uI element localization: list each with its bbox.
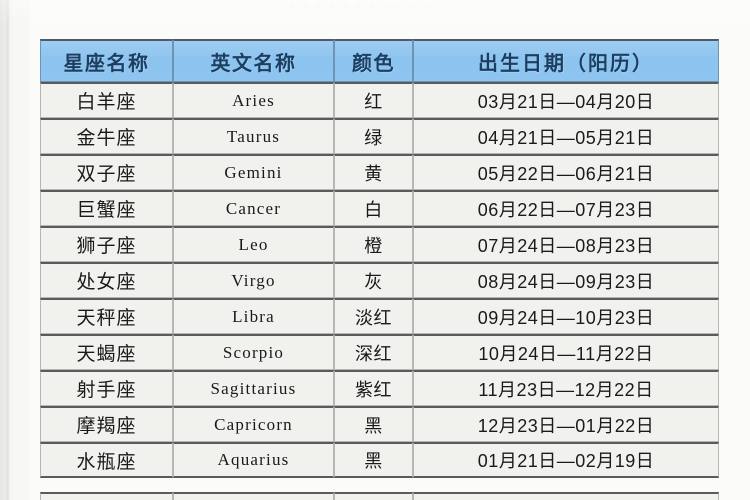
table-row: 金牛座 Taurus 绿 04月21日—05月21日	[40, 118, 719, 154]
table-row: 双子座 Gemini 黄 05月22日—06月21日	[40, 154, 719, 190]
zodiac-date-cell: 04月21日—05月21日	[413, 118, 719, 154]
zodiac-date-cell: 08月24日—09月23日	[413, 262, 719, 298]
zodiac-english-cell: Sagittarius	[173, 370, 334, 406]
column-header-name: 星座名称	[40, 39, 173, 82]
zodiac-color-cell: 白	[334, 190, 413, 226]
zodiac-date-cell: 11月23日—12月22日	[413, 370, 719, 406]
column-header-date: 出生日期（阳历）	[413, 39, 719, 82]
zodiac-name-cell: 射手座	[40, 370, 173, 406]
zodiac-color-cell: 黑	[334, 442, 413, 478]
zodiac-color-cell: 绿	[334, 118, 413, 154]
zodiac-english-cell: Capricorn	[173, 406, 334, 442]
table-row: 天蝎座 Scorpio 深红 10月24日—11月22日	[40, 334, 719, 370]
zodiac-date-cell: 03月21日—04月20日	[413, 82, 719, 118]
zodiac-english-cell: Taurus	[173, 118, 334, 154]
zodiac-date-cell: 06月22日—07月23日	[413, 190, 719, 226]
zodiac-date-cell: 09月24日—10月23日	[413, 298, 719, 334]
zodiac-name-cell: 白羊座	[40, 82, 173, 118]
zodiac-table: 星座名称 英文名称 颜色 出生日期（阳历） 白羊座 Aries 红 03月21日—04…	[40, 39, 719, 478]
column-header-english: 英文名称	[173, 39, 334, 82]
zodiac-english-cell: Virgo	[173, 262, 334, 298]
table-row: 水瓶座 Aquarius 黑 01月21日—02月19日	[40, 442, 719, 478]
table-body: 白羊座 Aries 红 03月21日—04月20日 金牛座 Taurus 绿 04月21日—0…	[40, 82, 719, 478]
table-row: 巨蟹座 Cancer 白 06月22日—07月23日	[40, 190, 719, 226]
zodiac-date-cell: 12月23日—01月22日	[413, 406, 719, 442]
top-cutoff-text: · · · · · · · · · · ·	[290, 0, 432, 10]
zodiac-color-cell: 紫红	[334, 370, 413, 406]
zodiac-date-cell: 05月22日—06月21日	[413, 154, 719, 190]
zodiac-english-cell: Gemini	[173, 154, 334, 190]
zodiac-english-cell: Cancer	[173, 190, 334, 226]
zodiac-english-cell: Scorpio	[173, 334, 334, 370]
table-row: 狮子座 Leo 橙 07月24日—08月23日	[40, 226, 719, 262]
zodiac-english-cell: Aries	[173, 82, 334, 118]
zodiac-color-cell: 深红	[334, 334, 413, 370]
table-row: 射手座 Sagittarius 紫红 11月23日—12月22日	[40, 370, 719, 406]
zodiac-date-cell: 10月24日—11月22日	[413, 334, 719, 370]
zodiac-color-cell: 橙	[334, 226, 413, 262]
partial-cell-name	[40, 492, 173, 500]
zodiac-name-cell: 天秤座	[40, 298, 173, 334]
zodiac-table-container: 星座名称 英文名称 颜色 出生日期（阳历） 白羊座 Aries 红 03月21日—04…	[40, 39, 719, 478]
table-row: 摩羯座 Capricorn 黑 12月23日—01月22日	[40, 406, 719, 442]
zodiac-name-cell: 双子座	[40, 154, 173, 190]
zodiac-name-cell: 狮子座	[40, 226, 173, 262]
partial-cell-date	[413, 492, 719, 500]
zodiac-date-cell: 07月24日—08月23日	[413, 226, 719, 262]
zodiac-name-cell: 摩羯座	[40, 406, 173, 442]
zodiac-english-cell: Libra	[173, 298, 334, 334]
table-row: 处女座 Virgo 灰 08月24日—09月23日	[40, 262, 719, 298]
zodiac-name-cell: 巨蟹座	[40, 190, 173, 226]
zodiac-name-cell: 水瓶座	[40, 442, 173, 478]
table-row: 白羊座 Aries 红 03月21日—04月20日	[40, 82, 719, 118]
table-row: 天秤座 Libra 淡红 09月24日—10月23日	[40, 298, 719, 334]
zodiac-color-cell: 灰	[334, 262, 413, 298]
zodiac-name-cell: 金牛座	[40, 118, 173, 154]
zodiac-name-cell: 天蝎座	[40, 334, 173, 370]
zodiac-color-cell: 红	[334, 82, 413, 118]
zodiac-date-cell: 01月21日—02月19日	[413, 442, 719, 478]
zodiac-color-cell: 淡红	[334, 298, 413, 334]
header-row: 星座名称 英文名称 颜色 出生日期（阳历）	[40, 39, 719, 82]
zodiac-color-cell: 黑	[334, 406, 413, 442]
partial-cell-color	[334, 492, 413, 500]
zodiac-color-cell: 黄	[334, 154, 413, 190]
zodiac-english-cell: Leo	[173, 226, 334, 262]
partial-cell-english	[173, 492, 334, 500]
table-header: 星座名称 英文名称 颜色 出生日期（阳历）	[40, 39, 719, 82]
partial-cutoff-row	[40, 492, 719, 500]
column-header-color: 颜色	[334, 39, 413, 82]
zodiac-english-cell: Aquarius	[173, 442, 334, 478]
zodiac-name-cell: 处女座	[40, 262, 173, 298]
